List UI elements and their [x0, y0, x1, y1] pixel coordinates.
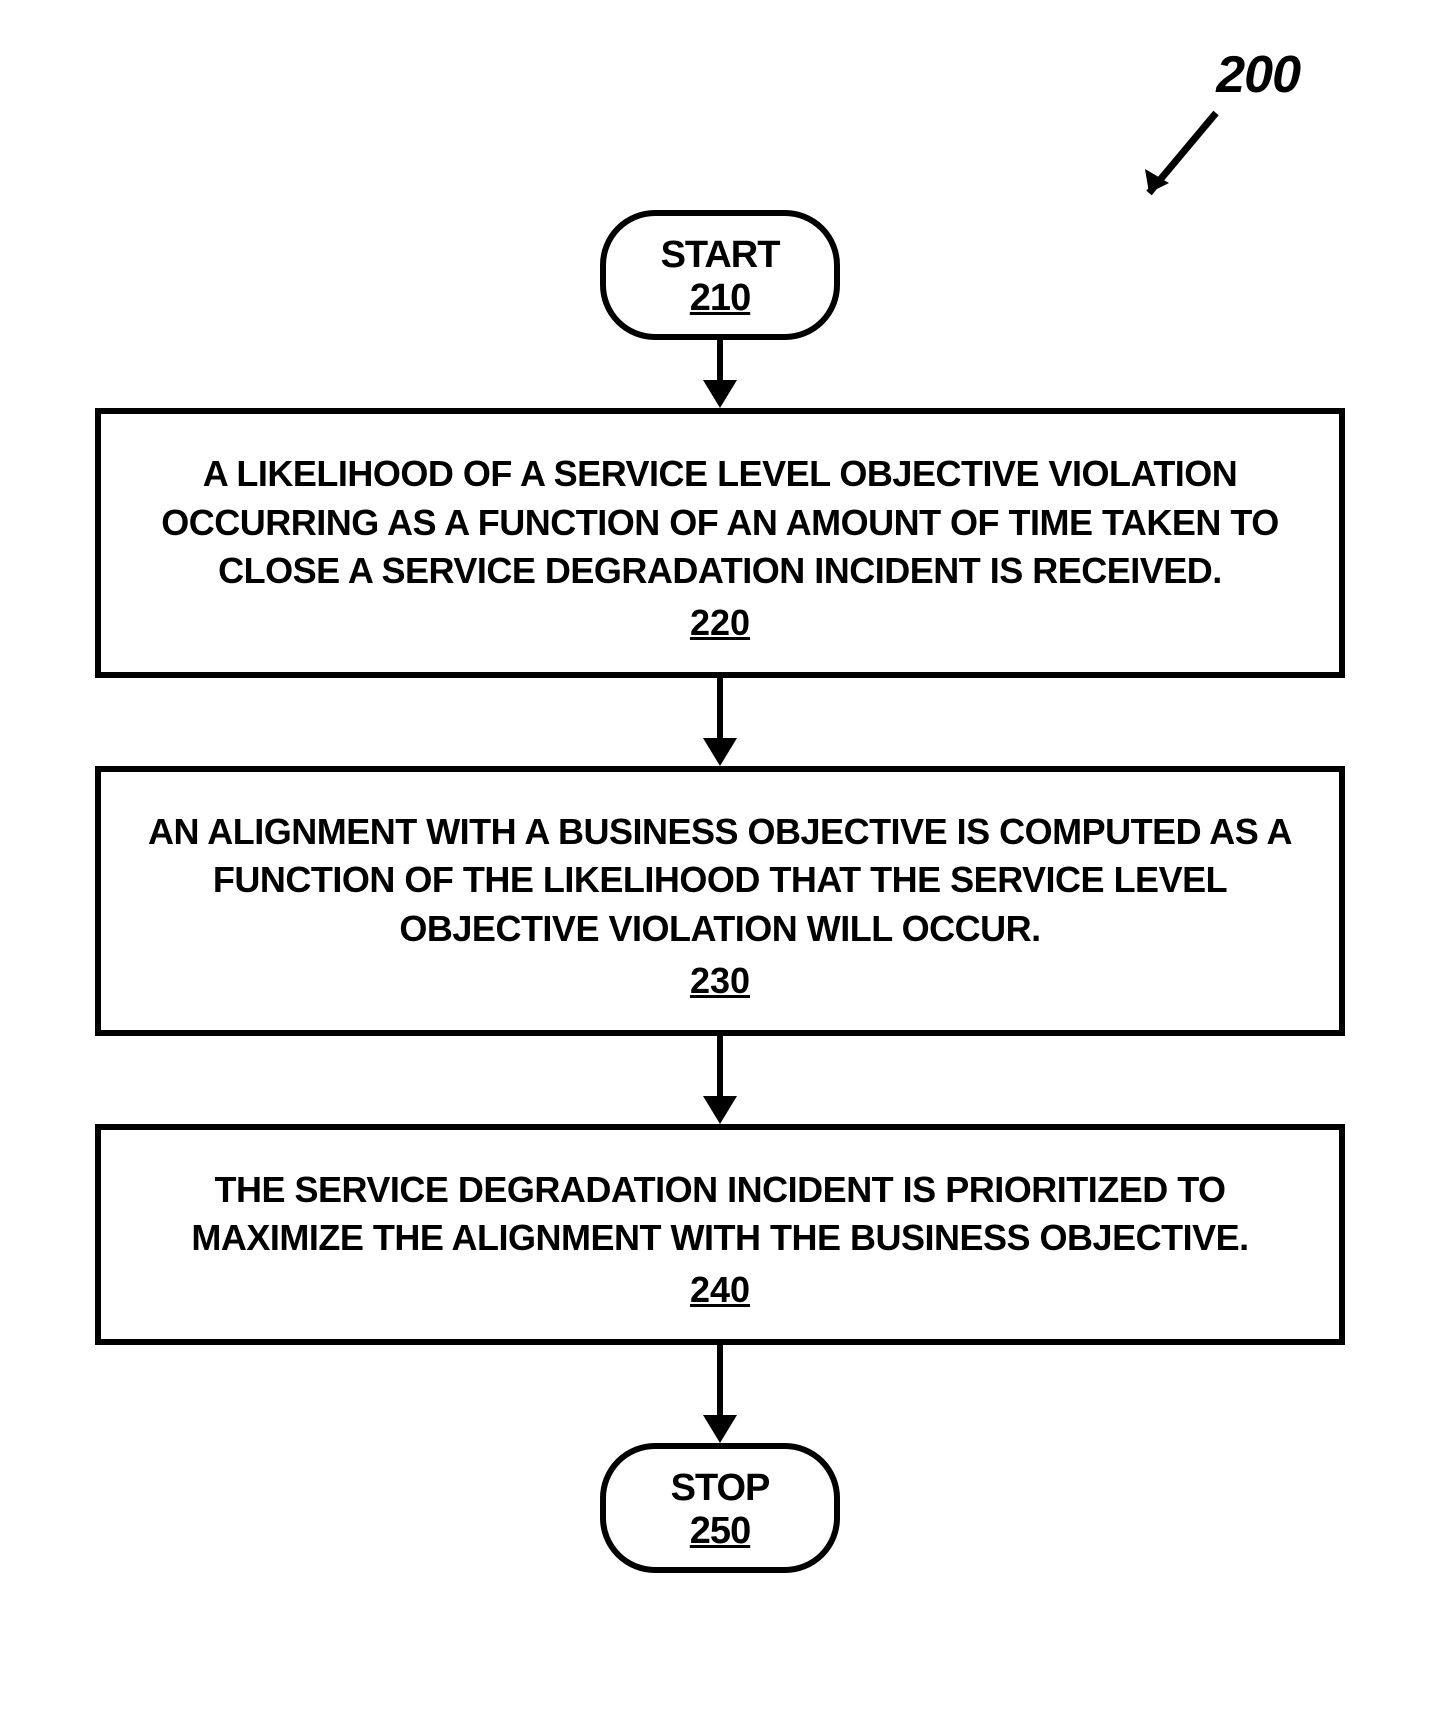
- stop-terminator: STOP 250: [600, 1443, 840, 1573]
- process-step-1: A LIKELIHOOD OF A SERVICE LEVEL OBJECTIV…: [95, 408, 1345, 678]
- process-step-3: THE SERVICE DEGRADATION INCIDENT IS PRIO…: [95, 1124, 1345, 1345]
- stop-label: STOP: [656, 1467, 784, 1510]
- process-ref: 240: [690, 1269, 750, 1311]
- start-label: START: [656, 234, 784, 277]
- connector-arrow: [703, 1345, 737, 1443]
- diagram-reference-tag: 200: [1216, 45, 1300, 105]
- start-ref: 210: [656, 277, 784, 320]
- process-text: THE SERVICE DEGRADATION INCIDENT IS PRIO…: [131, 1166, 1309, 1263]
- reference-number: 200: [1216, 45, 1300, 105]
- reference-arrow-icon: [1121, 103, 1241, 223]
- process-step-2: AN ALIGNMENT WITH A BUSINESS OBJECTIVE I…: [95, 766, 1345, 1036]
- connector-arrow: [703, 678, 737, 766]
- flowchart-container: START 210 A LIKELIHOOD OF A SERVICE LEVE…: [95, 210, 1345, 1573]
- start-terminator: START 210: [600, 210, 840, 340]
- stop-ref: 250: [656, 1510, 784, 1553]
- connector-arrow: [703, 1036, 737, 1124]
- connector-arrow: [703, 340, 737, 408]
- process-text: AN ALIGNMENT WITH A BUSINESS OBJECTIVE I…: [131, 808, 1309, 954]
- process-ref: 230: [690, 960, 750, 1002]
- process-text: A LIKELIHOOD OF A SERVICE LEVEL OBJECTIV…: [131, 450, 1309, 596]
- process-ref: 220: [690, 602, 750, 644]
